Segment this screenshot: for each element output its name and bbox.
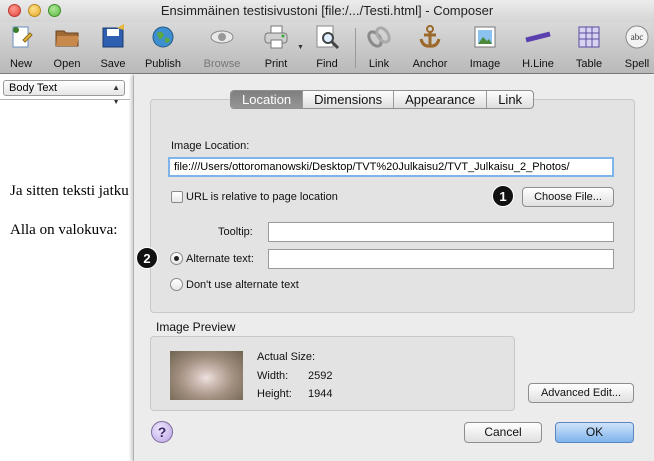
document-line[interactable]: Ja sitten teksti jatku [10,183,129,200]
save-disk-icon [100,24,126,50]
actual-size-label: Actual Size: [257,351,316,363]
image-preview-thumbnail [170,351,243,400]
svg-text:abc: abc [631,32,644,42]
folder-icon [54,24,80,50]
window-title: Ensimmäinen testisivustoni [file:/.../Te… [160,3,494,18]
tab-location[interactable]: Location [231,91,303,108]
paragraph-style-select[interactable]: Body Text ▲ ▼ [3,80,125,106]
tooltip-input[interactable] [268,222,614,242]
callout-marker: 1 [492,185,514,207]
no-alternate-text-label: Don't use alternate text [186,279,299,291]
choose-file-button[interactable]: Choose File... [522,187,614,207]
tab-dimensions[interactable]: Dimensions [302,91,393,108]
composer-window: Ensimmäinen testisivustoni [file:/.../Te… [0,0,654,461]
document-line[interactable]: Alla on valokuva: [10,222,117,239]
spell-button[interactable]: abc Spell [608,24,654,70]
image-location-label: Image Location: [171,140,250,152]
height-value: 1944 [308,388,333,400]
alternate-text-radio[interactable] [170,252,183,265]
tab-link[interactable]: Link [486,91,533,108]
advanced-edit-button[interactable]: Advanced Edit... [528,383,634,403]
picture-icon [472,24,498,50]
height-label: Height: [257,388,292,400]
paragraph-style-value: Body Text [9,82,58,94]
anchor-icon [417,24,443,50]
browse-button[interactable]: Browse [193,24,251,70]
zoom-window-button[interactable] [48,4,61,17]
close-window-button[interactable] [8,4,21,17]
toolbar: New Open Save Publish Browse Print ▼ Fin… [0,22,654,74]
hline-button[interactable]: H.Line [509,24,567,70]
horizontal-line-icon [525,24,551,50]
updown-arrows-icon: ▲ ▼ [112,83,120,106]
tooltip-label: Tooltip: [218,226,253,238]
callout-marker: 2 [136,247,158,269]
no-alternate-text-radio[interactable] [170,278,183,291]
cancel-button[interactable]: Cancel [464,422,542,443]
new-page-icon [8,24,34,50]
image-button[interactable]: Image [456,24,514,70]
format-bar-divider [0,99,130,100]
width-value: 2592 [308,370,333,382]
table-grid-icon [576,24,602,50]
ok-button[interactable]: OK [555,422,634,443]
printer-icon [263,24,289,50]
alternate-text-label: Alternate text: [186,253,254,265]
minimize-window-button[interactable] [28,4,41,17]
spell-check-icon: abc [624,24,650,50]
globe-icon [150,24,176,50]
publish-button[interactable]: Publish [134,24,192,70]
radio-selected-dot [174,256,179,261]
eye-icon [209,24,235,50]
link-button[interactable]: Link [350,24,408,70]
width-label: Width: [257,370,289,382]
chain-link-icon [366,24,392,50]
tab-appearance[interactable]: Appearance [393,91,486,108]
relative-url-label: URL is relative to page location [186,191,338,203]
relative-url-checkbox[interactable] [171,191,183,203]
title-bar: Ensimmäinen testisivustoni [file:/.../Te… [0,0,654,22]
image-location-input[interactable]: file:///Users/ottoromanowski/Desktop/TVT… [168,157,614,177]
dialog-tabs: Location Dimensions Appearance Link [230,90,535,109]
alternate-text-input[interactable] [268,249,614,269]
help-button[interactable]: ? [151,421,173,443]
anchor-button[interactable]: Anchor [401,24,459,70]
magnifier-icon [314,24,340,50]
image-preview-title: Image Preview [156,320,236,334]
find-button[interactable]: Find [298,24,356,70]
